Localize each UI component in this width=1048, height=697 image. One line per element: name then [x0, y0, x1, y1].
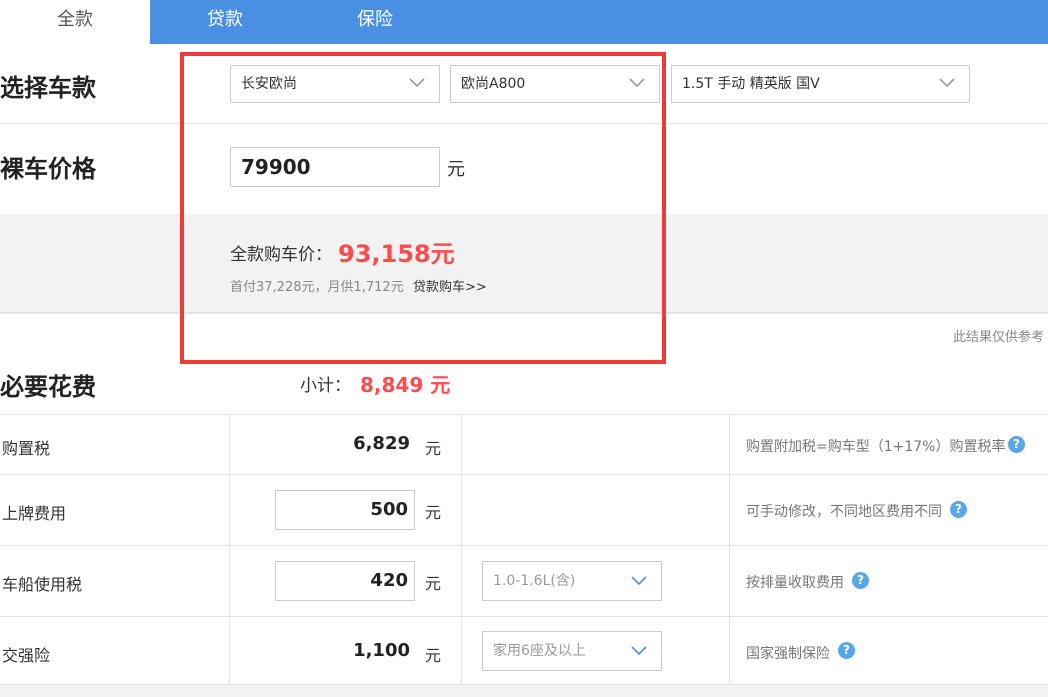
registration-fee-label: 上牌费用 [2, 504, 67, 523]
divider [0, 474, 1048, 475]
base-price-title: 裸车价格 [0, 155, 96, 183]
vehicle-tax-input[interactable]: 420 [275, 561, 415, 601]
chevron-down-icon [631, 576, 647, 586]
registration-fee-note: 可手动修改，不同地区费用不同 [746, 504, 942, 520]
compulsory-insurance-value: 1,100 [353, 640, 410, 661]
purchase-tax-label: 购置税 [2, 439, 51, 458]
vehicle-tax-label: 车船使用税 [2, 575, 83, 594]
tab-bar: 全款 贷款 保险 [0, 0, 1048, 44]
registration-fee-unit: 元 [425, 503, 442, 522]
divider [0, 545, 1048, 546]
trim-select[interactable]: 1.5T 手动 精英版 国V [671, 65, 970, 103]
tab-insurance[interactable]: 保险 [300, 0, 450, 44]
highlight-annotation-box [180, 52, 666, 364]
divider [0, 414, 1048, 415]
seat-count-select-value: 家用6座及以上 [493, 643, 586, 659]
purchase-tax-note: 购置附加税=购车型（1+17%）购置税率 [746, 439, 1006, 455]
trim-select-value: 1.5T 手动 精英版 国V [682, 76, 820, 92]
compulsory-insurance-unit: 元 [425, 646, 442, 665]
tab-loan[interactable]: 贷款 [150, 0, 300, 44]
divider [0, 616, 1048, 617]
tab-full-payment[interactable]: 全款 [0, 0, 150, 44]
select-model-title: 选择车款 [0, 74, 96, 102]
vehicle-tax-note: 按排量收取费用 [746, 575, 844, 591]
disclaimer-text: 此结果仅供参考 [952, 330, 1044, 345]
purchase-tax-unit: 元 [425, 439, 442, 458]
seat-count-select[interactable]: 家用6座及以上 [482, 631, 662, 671]
help-icon[interactable]: ? [852, 572, 869, 589]
compulsory-insurance-note: 国家强制保险 [746, 646, 830, 662]
subtotal-label: 小计： [300, 376, 351, 396]
compulsory-insurance-label: 交强险 [2, 646, 51, 665]
registration-fee-input[interactable]: 500 [275, 490, 415, 530]
chevron-down-icon [631, 646, 647, 656]
column-divider [729, 414, 730, 684]
required-costs-title: 必要花费 [0, 373, 96, 401]
help-icon[interactable]: ? [950, 501, 967, 518]
footer-strip [0, 684, 1048, 697]
purchase-tax-value: 6,829 [353, 433, 410, 454]
column-divider [461, 414, 462, 684]
displacement-select[interactable]: 1.0-1.6L(含) [482, 561, 662, 601]
help-icon[interactable]: ? [1008, 436, 1025, 453]
subtotal-value: 8,849 元 [360, 373, 451, 397]
vehicle-tax-unit: 元 [425, 574, 442, 593]
help-icon[interactable]: ? [838, 642, 855, 659]
displacement-select-value: 1.0-1.6L(含) [493, 573, 576, 589]
chevron-down-icon [939, 78, 955, 88]
